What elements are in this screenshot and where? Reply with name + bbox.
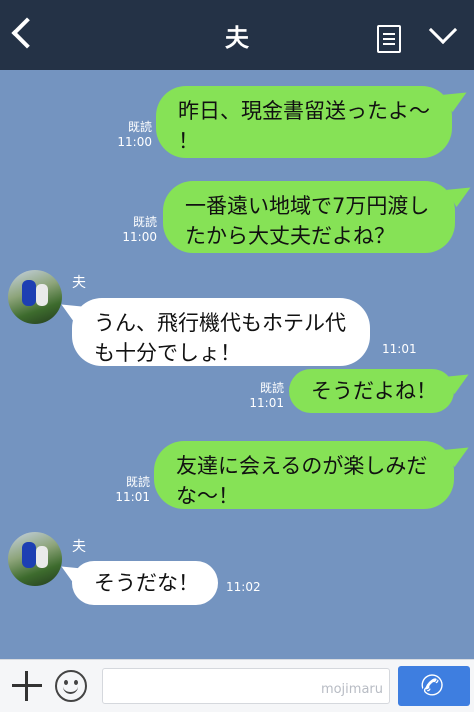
message-composer: mojimaru ✆	[0, 659, 474, 712]
read-receipt: 既読 11:00	[122, 215, 157, 244]
message-bubble-outgoing[interactable]: 友達に会えるのが楽しみだ な〜！	[154, 441, 454, 509]
avatar[interactable]	[8, 532, 62, 586]
message-bubble-outgoing[interactable]: 昨日、現金書留送ったよ〜！	[156, 86, 452, 158]
call-button[interactable]: ✆	[398, 666, 470, 706]
sender-name: 夫	[72, 275, 86, 291]
read-receipt: 既読 11:01	[115, 475, 150, 504]
message-input[interactable]: mojimaru	[102, 668, 390, 704]
plus-icon[interactable]	[12, 671, 42, 701]
phone-icon: ✆	[415, 666, 449, 706]
chat-header: 夫	[0, 0, 474, 70]
watermark: mojimaru	[320, 682, 383, 697]
message-bubble-incoming[interactable]: うん、飛行機代もホテル代 も十分でしょ！	[72, 298, 370, 366]
message-bubble-outgoing[interactable]: 一番遠い地域で7万円渡し たから大丈夫だよね？	[163, 181, 455, 253]
message-time: 11:02	[226, 580, 261, 594]
read-receipt: 既読 11:01	[249, 381, 284, 410]
avatar[interactable]	[8, 270, 62, 324]
chat-title: 夫	[225, 24, 249, 52]
message-bubble-outgoing[interactable]: そうだよね！	[289, 369, 454, 413]
read-receipt: 既読 11:00	[117, 120, 152, 149]
notes-icon[interactable]	[377, 25, 401, 53]
message-bubble-incoming[interactable]: そうだな！	[72, 561, 218, 605]
sender-name: 夫	[72, 539, 86, 555]
emoji-icon[interactable]	[55, 670, 87, 702]
message-time: 11:01	[382, 342, 417, 356]
